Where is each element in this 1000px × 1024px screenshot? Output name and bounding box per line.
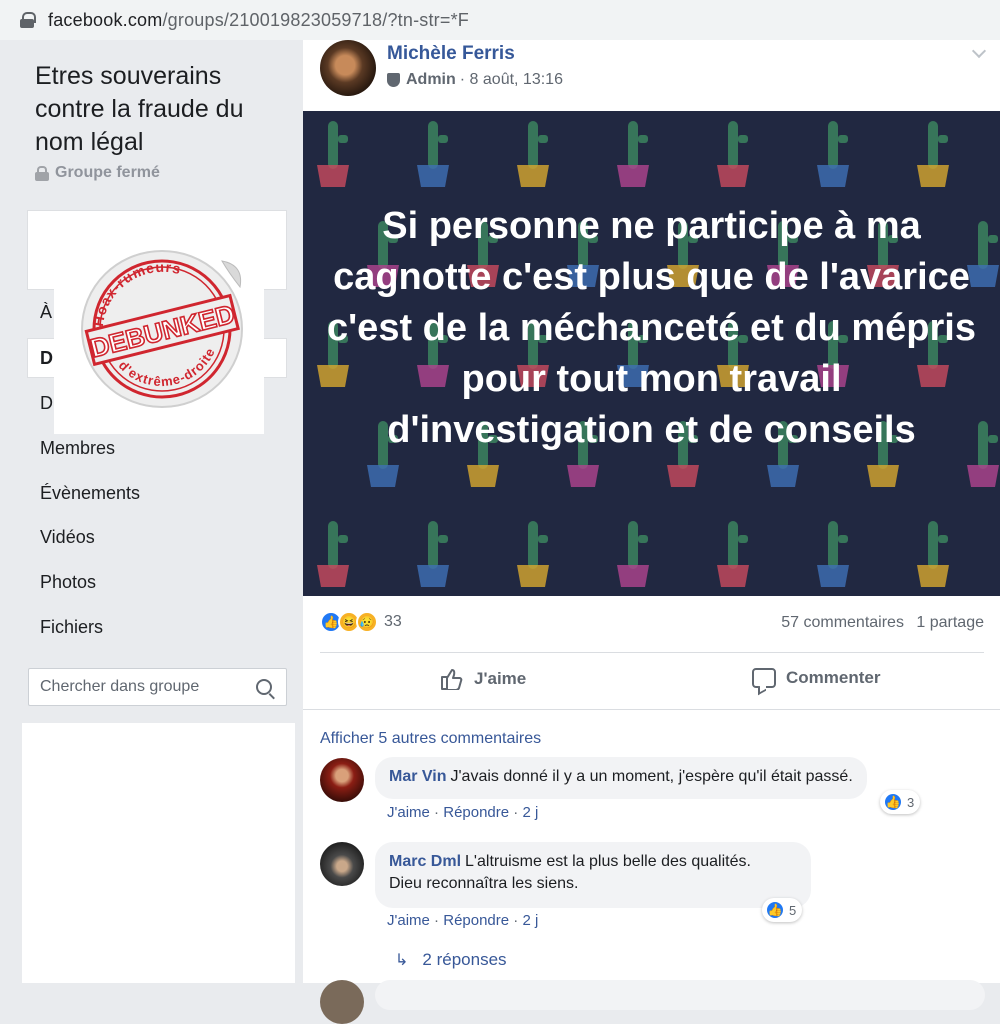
cactus-decoration <box>817 121 849 187</box>
cactus-decoration <box>717 521 749 587</box>
chevron-down-icon[interactable] <box>971 43 987 59</box>
comment-reaction-count: 3 <box>907 794 915 810</box>
cactus-decoration <box>317 121 349 187</box>
sad-icon: 😥 <box>356 611 378 633</box>
commenter-avatar[interactable] <box>320 842 364 886</box>
comment-time[interactable]: 2 j <box>522 912 538 929</box>
comment-icon <box>752 668 776 688</box>
nav-item-d[interactable]: D <box>40 393 53 414</box>
reaction-summary[interactable]: 👍 😆 😥 33 <box>320 611 402 633</box>
comment-count[interactable]: 57 commentaires <box>781 614 904 631</box>
like-icon: 👍 <box>765 900 785 920</box>
replies-label: 2 réponses <box>422 950 507 969</box>
commenter-name[interactable]: Marc Dml <box>389 853 461 870</box>
lock-icon <box>35 166 49 181</box>
commenter-avatar[interactable] <box>320 758 364 802</box>
url-path: /groups/210019823059718/?tn-str=*F <box>162 9 469 30</box>
search-placeholder: Chercher dans groupe <box>40 678 200 695</box>
nav-item-files[interactable]: Fichiers <box>40 617 103 638</box>
post-card: Michèle Ferris Admin · 8 août, 13:16 Si … <box>303 40 1000 1024</box>
post-banner-image[interactable]: Si personne ne participe à ma cagnotte c… <box>303 111 1000 596</box>
comment-text: L'altruisme est la plus belle des qualit… <box>465 853 751 870</box>
group-search-input[interactable]: Chercher dans groupe <box>28 668 287 706</box>
group-sidebar: Etres souverains contre la fraude du nom… <box>22 40 295 983</box>
comment-time[interactable]: 2 j <box>522 804 538 821</box>
comment-bubble: Mar Vin J'avais donné il y a un moment, j… <box>375 757 867 799</box>
comment-reaction-count: 5 <box>789 902 797 918</box>
cactus-decoration <box>617 521 649 587</box>
nav-item-events[interactable]: Évènements <box>40 483 140 504</box>
engagement-counts: 57 commentaires 1 partage <box>773 614 984 632</box>
sidebar-panel <box>22 723 295 983</box>
cactus-decoration <box>917 521 949 587</box>
author-avatar[interactable] <box>320 40 376 96</box>
comment-like-link[interactable]: J'aime <box>387 912 430 929</box>
shield-icon <box>387 73 400 87</box>
comment-bubble <box>375 980 985 1010</box>
group-title[interactable]: Etres souverains contre la fraude du nom… <box>35 60 295 159</box>
commenter-name[interactable]: Mar Vin <box>389 768 447 785</box>
comment-reactions[interactable]: 👍 5 <box>762 898 803 922</box>
post-author[interactable]: Michèle Ferris <box>387 43 515 65</box>
share-count[interactable]: 1 partage <box>916 614 984 631</box>
nav-item-discussion-label: D <box>40 348 53 368</box>
like-button-label: J'aime <box>474 669 527 688</box>
post-meta: Admin · 8 août, 13:16 <box>387 71 563 89</box>
cactus-decoration <box>617 121 649 187</box>
address-bar[interactable]: facebook.com/groups/210019823059718/?tn-… <box>0 0 1000 40</box>
like-icon: 👍 <box>883 792 903 812</box>
nav-item-photos[interactable]: Photos <box>40 572 96 593</box>
nav-item-videos[interactable]: Vidéos <box>40 527 95 548</box>
author-role: Admin <box>406 71 456 88</box>
comment-actions: J'aime · Répondre · 2 j <box>387 804 539 821</box>
like-button[interactable]: J'aime <box>440 668 526 690</box>
url-host: facebook.com <box>48 9 163 30</box>
comment-text: J'avais donné il y a un moment, j'espère… <box>450 768 853 785</box>
comment-reply-link[interactable]: Répondre <box>443 912 509 929</box>
comment-button-label: Commenter <box>786 668 881 687</box>
nav-item-about[interactable]: À <box>40 302 52 323</box>
cactus-decoration <box>417 121 449 187</box>
cactus-decoration <box>717 121 749 187</box>
reaction-count: 33 <box>384 613 402 630</box>
post-date[interactable]: · 8 août, 13:16 <box>460 71 563 89</box>
comment-bubble: Marc Dml L'altruisme est la plus belle de… <box>375 842 811 908</box>
cactus-decoration <box>517 521 549 587</box>
cactus-decoration <box>417 521 449 587</box>
nav-item-members[interactable]: Membres <box>40 438 115 459</box>
group-privacy: Groupe fermé <box>35 164 160 182</box>
commenter-avatar[interactable] <box>320 980 364 1024</box>
comment-button[interactable]: Commenter <box>752 668 880 688</box>
cactus-decoration <box>517 121 549 187</box>
url-text[interactable]: facebook.com/groups/210019823059718/?tn-… <box>48 10 469 31</box>
divider <box>303 709 1000 710</box>
thumb-icon <box>441 669 463 690</box>
lock-icon <box>20 12 36 28</box>
comment-like-link[interactable]: J'aime <box>387 804 430 821</box>
comment-reply-link[interactable]: Répondre <box>443 804 509 821</box>
cactus-decoration <box>917 121 949 187</box>
divider <box>320 652 984 653</box>
search-icon[interactable] <box>256 679 272 695</box>
comment-actions: J'aime · Répondre · 2 j <box>387 912 539 929</box>
banner-text: Si personne ne participe à ma cagnotte c… <box>327 205 976 451</box>
group-privacy-label: Groupe fermé <box>55 164 160 181</box>
view-replies-link[interactable]: ↳ 2 réponses <box>395 950 507 970</box>
cactus-decoration <box>817 521 849 587</box>
comment-reactions[interactable]: 👍 3 <box>880 790 921 814</box>
comment-text-line2: Dieu reconnaîtra les siens. <box>389 875 579 892</box>
reply-arrow-icon: ↳ <box>395 952 409 969</box>
more-comments-link[interactable]: Afficher 5 autres commentaires <box>320 730 541 748</box>
debunked-stamp: Hoax-rumeurs DEBUNKED d'extrême-droite <box>54 225 264 434</box>
cactus-decoration <box>317 521 349 587</box>
